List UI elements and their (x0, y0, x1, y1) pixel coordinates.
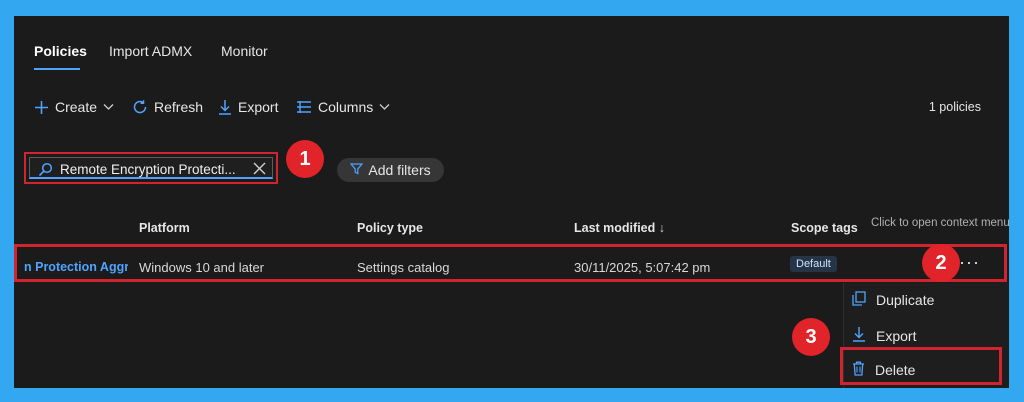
columns-button[interactable]: Columns (296, 99, 390, 115)
export-label: Export (238, 99, 279, 115)
scope-tag-badge: Default (790, 256, 837, 272)
cell-last-modified: 30/11/2025, 5:07:42 pm (574, 260, 711, 275)
column-header-policy-type[interactable]: Policy type (357, 221, 423, 235)
context-menu-tooltip: Click to open context menu (871, 217, 1009, 229)
refresh-button[interactable]: Refresh (132, 99, 203, 115)
menu-item-export[interactable]: Export (852, 326, 916, 345)
search-highlight (24, 152, 278, 184)
last-modified-label: Last modified (574, 221, 656, 235)
trash-icon (852, 361, 865, 379)
policies-panel: Policies Import ADMX Monitor Create Refr… (14, 16, 1009, 388)
columns-icon (296, 100, 312, 114)
tab-import-admx[interactable]: Import ADMX (109, 43, 192, 59)
cell-policy-type: Settings catalog (357, 260, 450, 275)
cell-platform: Windows 10 and later (139, 260, 265, 275)
plus-icon (34, 100, 49, 115)
policy-count: 1 policies (928, 100, 981, 114)
column-header-last-modified[interactable]: Last modified ↓ (574, 221, 665, 235)
step-badge-1: 1 (286, 140, 324, 178)
close-icon[interactable] (253, 162, 266, 180)
refresh-icon (132, 99, 148, 115)
column-header-platform[interactable]: Platform (139, 221, 190, 235)
refresh-label: Refresh (154, 99, 204, 115)
export-label: Export (876, 327, 917, 344)
add-filters-label: Add filters (368, 162, 431, 178)
add-filters-button[interactable]: Add filters (337, 158, 444, 182)
filter-icon (350, 162, 364, 178)
tab-monitor[interactable]: Monitor (221, 43, 268, 59)
download-icon (852, 326, 866, 345)
tab-policies[interactable]: Policies (34, 43, 87, 59)
menu-item-delete[interactable]: Delete (852, 361, 915, 379)
sort-descending-icon: ↓ (658, 221, 665, 235)
search-input[interactable] (60, 158, 250, 180)
chevron-down-icon (103, 103, 114, 111)
columns-label: Columns (318, 99, 374, 115)
delete-label: Delete (875, 362, 916, 378)
active-tab-indicator (34, 68, 80, 70)
chevron-down-icon (379, 103, 390, 111)
search-icon (38, 162, 53, 182)
duplicate-icon (852, 291, 866, 309)
step-badge-2: 2 (922, 244, 960, 282)
search-box[interactable] (29, 157, 273, 182)
create-label: Create (55, 99, 98, 115)
more-options-icon[interactable]: ··· (959, 252, 980, 273)
export-button[interactable]: Export (218, 99, 278, 115)
step-badge-3: 3 (792, 318, 830, 356)
duplicate-label: Duplicate (876, 292, 935, 308)
menu-item-duplicate[interactable]: Duplicate (852, 291, 934, 309)
create-button[interactable]: Create (34, 99, 114, 115)
policy-name-link[interactable]: n Protection Aggr (24, 260, 128, 274)
download-icon (218, 99, 232, 115)
column-header-scope-tags[interactable]: Scope tags (791, 221, 858, 235)
